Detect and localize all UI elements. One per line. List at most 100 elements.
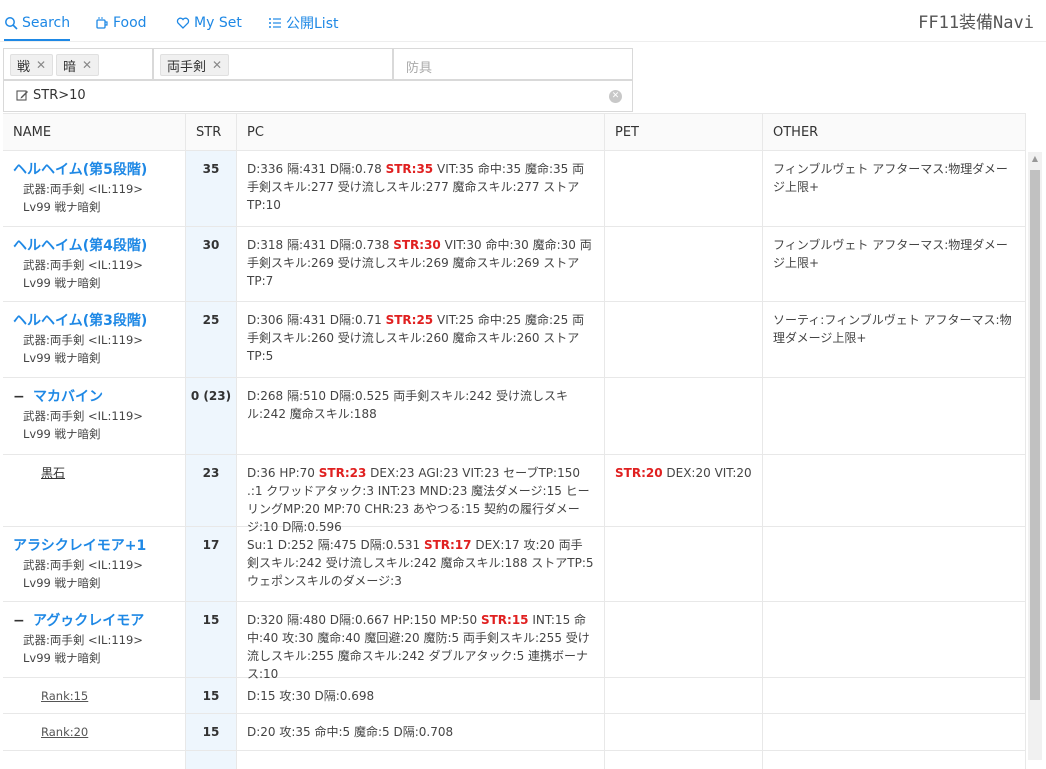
item-name-link[interactable]: ヘルヘイム(第4段階) — [13, 236, 175, 256]
item-name-link[interactable]: アグゥクレイモア — [33, 613, 144, 629]
pc-stats-text: D:320 隔:480 D隔:0.667 HP:150 MP:50 — [247, 613, 481, 627]
query-content: STR>10 — [16, 88, 86, 103]
table-row[interactable] — [3, 751, 1026, 769]
close-icon[interactable]: ✕ — [82, 58, 92, 72]
rank-link[interactable]: Rank:20 — [13, 723, 175, 741]
item-name-link[interactable]: アラシクレイモア+1 — [13, 536, 175, 556]
job-filter[interactable]: 戦 ✕ 暗 ✕ — [3, 48, 153, 80]
col-header-pc[interactable]: PC — [237, 114, 605, 150]
item-type: 武器:両手剣 <IL:119> — [23, 409, 143, 423]
close-icon[interactable]: ✕ — [212, 58, 222, 72]
tab-myset[interactable]: My Set — [176, 13, 242, 33]
job-chip-label: 暗 — [63, 59, 77, 75]
other-stats: フィンブルヴェト アフターマス:物理ダメージ上限+ — [763, 227, 1026, 301]
str-value: 15 — [186, 678, 237, 713]
query-input[interactable]: STR>10 ✕ — [3, 80, 633, 112]
item-jobs: Lv99 戦ナ暗剣 — [23, 651, 101, 665]
tab-public-list[interactable]: 公開List — [268, 13, 338, 33]
str-value: 25 — [186, 302, 237, 377]
tab-food-label: Food — [113, 15, 147, 31]
col-header-name[interactable]: NAME — [3, 114, 186, 150]
table-row-child[interactable]: 黒石 23 D:36 HP:70 STR:23 DEX:23 AGI:23 VI… — [3, 455, 1026, 534]
other-stats: フィンブルヴェト アフターマス:物理ダメージ上限+ — [763, 151, 1026, 226]
item-name-link[interactable]: ヘルヘイム(第3段階) — [13, 311, 175, 331]
pc-stats-text: Su:1 D:252 隔:475 D隔:0.531 — [247, 538, 424, 552]
pet-str-highlight: STR:20 — [615, 466, 663, 480]
pc-stats-text: D:268 隔:510 D隔:0.525 両手剣スキル:242 受け流しスキル:… — [247, 389, 568, 421]
table-row[interactable]: ヘルヘイム(第5段階) 武器:両手剣 <IL:119> Lv99 戦ナ暗剣 35… — [3, 151, 1026, 227]
item-jobs: Lv99 戦ナ暗剣 — [23, 576, 101, 590]
table-row[interactable]: アラシクレイモア+1 武器:両手剣 <IL:119> Lv99 戦ナ暗剣 17 … — [3, 527, 1026, 602]
pet-stats — [605, 151, 763, 226]
tab-public-list-label: 公開List — [286, 16, 339, 32]
name-cell — [3, 751, 186, 769]
table-row[interactable]: ヘルヘイム(第3段階) 武器:両手剣 <IL:119> Lv99 戦ナ暗剣 25… — [3, 302, 1026, 378]
other-stats — [763, 378, 1026, 454]
name-cell: 黒石 — [3, 455, 186, 526]
col-header-str[interactable]: STR — [186, 114, 237, 150]
pc-str-highlight: STR:30 — [393, 238, 441, 252]
scrollbar-thumb[interactable] — [1030, 170, 1040, 700]
collapse-icon[interactable]: − — [13, 611, 25, 631]
item-name-row: − アグゥクレイモア — [13, 611, 175, 631]
item-name-link[interactable]: マカバイン — [33, 389, 103, 405]
table-row[interactable]: − アグゥクレイモア 武器:両手剣 <IL:119> Lv99 戦ナ暗剣 15 D… — [3, 602, 1026, 681]
top-navbar: Search Food My Set 公開List FF11装備Navi — [0, 0, 1046, 42]
weapon-type-filter[interactable]: 両手剣 ✕ — [153, 48, 393, 80]
tab-myset-label: My Set — [194, 15, 242, 31]
collapse-icon[interactable]: − — [13, 387, 25, 407]
clear-icon[interactable]: ✕ — [609, 90, 622, 103]
job-chip-label: 戦 — [17, 59, 31, 75]
name-cell: ヘルヘイム(第5段階) 武器:両手剣 <IL:119> Lv99 戦ナ暗剣 — [3, 151, 186, 226]
item-type: 武器:両手剣 <IL:119> — [23, 633, 143, 647]
table-scrollbar[interactable]: ▲ — [1028, 152, 1042, 760]
rank-link[interactable]: Rank:15 — [13, 687, 175, 705]
cup-icon — [96, 17, 108, 29]
search-icon — [5, 17, 18, 30]
table-row[interactable]: − マカバイン 武器:両手剣 <IL:119> Lv99 戦ナ暗剣 0 (23) … — [3, 378, 1026, 455]
col-header-other[interactable]: OTHER — [763, 114, 1026, 150]
pet-stats — [605, 714, 763, 750]
tab-search-label: Search — [22, 15, 71, 31]
tab-search[interactable]: Search — [4, 13, 71, 41]
job-chip[interactable]: 戦 ✕ — [10, 54, 54, 76]
pc-stats: D:320 隔:480 D隔:0.667 HP:150 MP:50 STR:15… — [237, 602, 605, 681]
weapon-chip[interactable]: 両手剣 ✕ — [160, 54, 230, 76]
armor-placeholder: 防具 — [406, 61, 433, 76]
table-row-child[interactable]: Rank:15 15 D:15 攻:30 D隔:0.698 — [3, 678, 1026, 714]
pc-stats — [237, 751, 605, 769]
other-stats — [763, 751, 1026, 769]
item-name-row: − マカバイン — [13, 387, 175, 407]
item-jobs: Lv99 戦ナ暗剣 — [23, 276, 101, 290]
col-header-pet[interactable]: PET — [605, 114, 763, 150]
tab-food[interactable]: Food — [95, 13, 147, 33]
edit-icon — [16, 90, 28, 101]
armor-filter[interactable]: 防具 — [393, 48, 633, 80]
pc-stats: Su:1 D:252 隔:475 D隔:0.531 STR:17 DEX:17 … — [237, 527, 605, 601]
pc-stats-text: D:36 HP:70 — [247, 466, 319, 480]
table-row[interactable]: ヘルヘイム(第4段階) 武器:両手剣 <IL:119> Lv99 戦ナ暗剣 30… — [3, 227, 1026, 302]
scroll-up-icon[interactable]: ▲ — [1028, 152, 1042, 166]
pet-stats-text: DEX:20 VIT:20 — [662, 466, 752, 480]
name-cell: − アグゥクレイモア 武器:両手剣 <IL:119> Lv99 戦ナ暗剣 — [3, 602, 186, 677]
item-jobs: Lv99 戦ナ暗剣 — [23, 200, 101, 214]
other-stats — [763, 678, 1026, 713]
pet-stats — [605, 227, 763, 301]
close-icon[interactable]: ✕ — [36, 58, 46, 72]
table-row-child[interactable]: Rank:20 15 D:20 攻:35 命中:5 魔命:5 D隔:0.708 — [3, 714, 1026, 751]
pc-str-highlight: STR:23 — [318, 466, 367, 480]
str-value — [186, 751, 237, 769]
pc-stats: D:20 攻:35 命中:5 魔命:5 D隔:0.708 — [237, 714, 605, 750]
pc-stats: D:15 攻:30 D隔:0.698 — [237, 678, 605, 713]
pc-stats: D:336 隔:431 D隔:0.78 STR:35 VIT:35 命中:35 … — [237, 151, 605, 226]
child-item-link[interactable]: 黒石 — [13, 464, 175, 482]
str-value: 15 — [186, 602, 237, 677]
item-name-link[interactable]: ヘルヘイム(第5段階) — [13, 160, 175, 180]
weapon-chip-label: 両手剣 — [167, 59, 207, 75]
pc-str-highlight: STR:35 — [385, 162, 434, 176]
pet-stats — [605, 602, 763, 677]
heart-icon — [176, 17, 190, 29]
pet-stats — [605, 527, 763, 601]
job-chip[interactable]: 暗 ✕ — [56, 54, 100, 76]
str-value: 0 (23) — [186, 378, 237, 454]
